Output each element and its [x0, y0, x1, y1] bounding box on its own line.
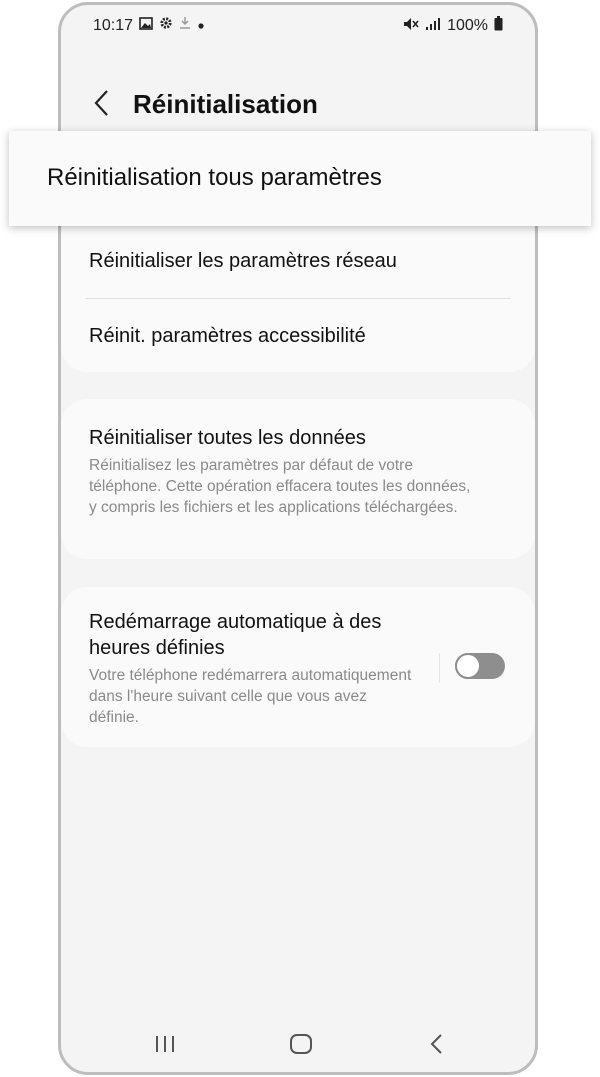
- auto-restart-description: Votre téléphone redémarrera automatiquem…: [89, 667, 412, 726]
- navigation-bar: [61, 1012, 535, 1072]
- back-icon: [430, 1034, 442, 1054]
- back-button[interactable]: [416, 1030, 456, 1058]
- signal-icon: [425, 17, 441, 36]
- divider: [85, 298, 511, 299]
- recent-apps-icon: [156, 1036, 174, 1052]
- network-reset-label: Réinitialiser les paramètres réseau: [89, 250, 397, 272]
- status-bar: 10:17 100%: [61, 5, 535, 45]
- battery-icon: [494, 16, 503, 36]
- status-left: 10:17: [93, 16, 205, 35]
- header-back-button[interactable]: [85, 87, 117, 119]
- auto-restart-item[interactable]: Redémarrage automatique à des heures déf…: [89, 609, 415, 728]
- status-right: 100%: [403, 16, 503, 36]
- toggle-knob: [455, 653, 481, 679]
- reset-options-card: Réinitialiser les paramètres réseau Réin…: [61, 210, 535, 372]
- mute-icon: [403, 17, 419, 36]
- toggle-separator: [439, 653, 440, 683]
- dot-icon: [197, 17, 205, 35]
- factory-reset-title: Réinitialiser toutes les données: [89, 427, 366, 449]
- download-icon: [179, 16, 191, 35]
- factory-reset-description: Réinitialisez les paramètres par défaut …: [89, 457, 471, 516]
- home-icon: [290, 1034, 312, 1054]
- page-title: Réinitialisation: [133, 89, 318, 119]
- factory-reset-item[interactable]: Réinitialiser toutes les données Réiniti…: [89, 425, 475, 518]
- reset-all-settings-popup-item[interactable]: Réinitialisation tous paramètres: [9, 131, 591, 226]
- reset-all-settings-label: Réinitialisation tous paramètres: [47, 164, 382, 191]
- auto-restart-card: Redémarrage automatique à des heures déf…: [61, 587, 535, 747]
- factory-reset-card: Réinitialiser toutes les données Réiniti…: [61, 399, 535, 559]
- accessibility-reset-label: Réinit. paramètres accessibilité: [89, 325, 366, 347]
- chevron-left-icon: [94, 90, 108, 116]
- header: Réinitialisation: [61, 75, 535, 135]
- network-reset-item[interactable]: Réinitialiser les paramètres réseau: [89, 248, 511, 274]
- recent-apps-button[interactable]: [145, 1030, 185, 1058]
- battery-text: 100%: [447, 17, 488, 34]
- home-button[interactable]: [281, 1030, 321, 1058]
- auto-restart-toggle[interactable]: [455, 653, 505, 679]
- gear-icon: [159, 16, 173, 35]
- gallery-icon: [139, 16, 153, 35]
- status-time: 10:17: [93, 16, 134, 34]
- auto-restart-title: Redémarrage automatique à des heures déf…: [89, 611, 382, 659]
- accessibility-reset-item[interactable]: Réinit. paramètres accessibilité: [89, 323, 511, 349]
